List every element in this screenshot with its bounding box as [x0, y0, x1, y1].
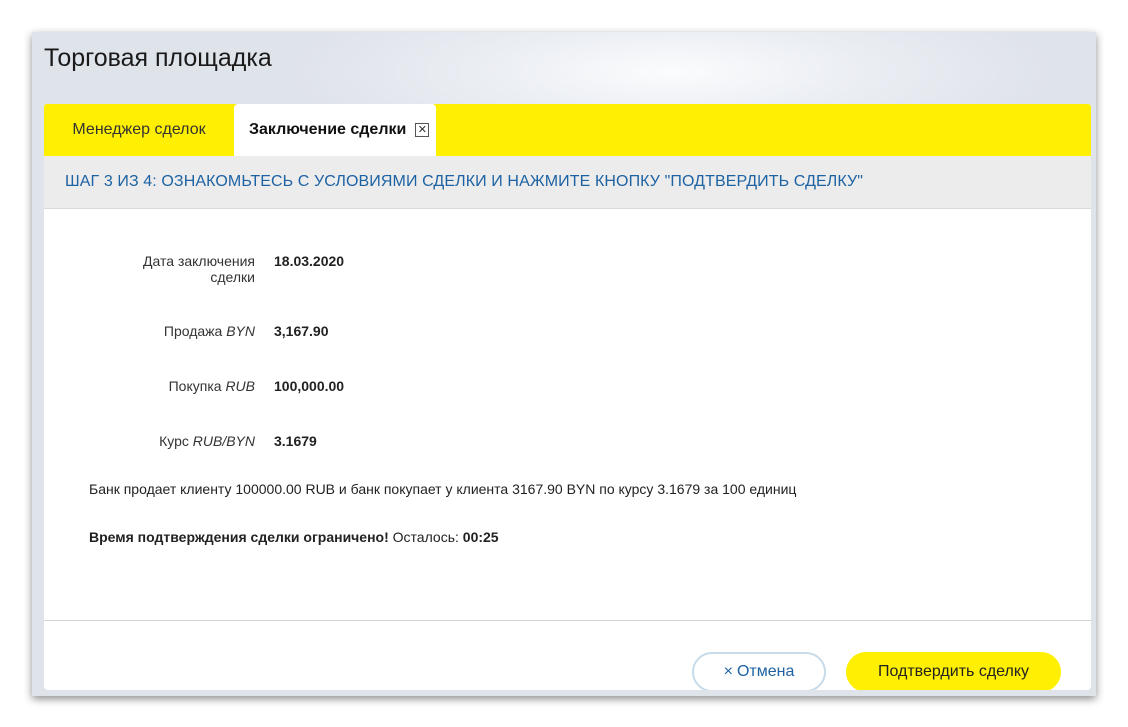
value-deal-date: 18.03.2020 [274, 253, 345, 269]
deal-panel: Менеджер сделок Заключение сделки ✕ ШАГ … [44, 104, 1091, 690]
value-rate: 3.1679 [274, 433, 317, 449]
cancel-button[interactable]: × Отмена [692, 652, 826, 690]
timer-notice: Время подтверждения сделки ограничено! О… [89, 529, 499, 545]
currency-code: BYN [226, 323, 255, 339]
close-icon: × [723, 663, 733, 680]
window-title: Торговая площадка [44, 44, 272, 72]
label-line: Дата заключения [143, 253, 255, 269]
label-text: Продажа [163, 323, 223, 339]
timer-remaining-label: Осталось: [392, 529, 459, 545]
tab-label: Заключение сделки [249, 121, 407, 138]
label-text: Курс [159, 433, 189, 449]
value-buy: 100,000.00 [274, 378, 345, 394]
label-deal-date: Дата заключения сделки [105, 253, 255, 285]
tab-deal-manager[interactable]: Менеджер сделок [44, 104, 234, 156]
deal-summary: Банк продает клиенту 100000.00 RUB и бан… [89, 481, 797, 497]
currency-code: RUB [225, 378, 255, 394]
confirm-label: Подтвердить сделку [877, 663, 1030, 680]
currency-pair: RUB/BYN [192, 433, 255, 449]
label-text: Покупка [168, 378, 222, 394]
confirm-deal-button[interactable]: Подтвердить сделку [846, 652, 1061, 690]
tab-label: Менеджер сделок [72, 121, 206, 138]
label-rate: Курс RUB/BYN [105, 433, 255, 449]
footer-divider [44, 620, 1091, 621]
tab-bar: Менеджер сделок Заключение сделки ✕ [44, 104, 1091, 156]
timer-remaining-value: 00:25 [462, 529, 499, 545]
close-box-icon[interactable]: ✕ [415, 123, 430, 137]
timer-warning: Время подтверждения сделки ограничено! [89, 529, 389, 545]
label-sell: Продажа BYN [105, 323, 255, 339]
label-buy: Покупка RUB [105, 378, 255, 394]
step-header: ШАГ 3 ИЗ 4: ОЗНАКОМЬТЕСЬ С УСЛОВИЯМИ СДЕ… [44, 156, 1091, 209]
step-title: ШАГ 3 ИЗ 4: ОЗНАКОМЬТЕСЬ С УСЛОВИЯМИ СДЕ… [65, 173, 864, 190]
value-sell: 3,167.90 [274, 323, 329, 339]
label-line: сделки [210, 269, 255, 285]
cancel-label: Отмена [736, 663, 795, 680]
tab-deal-conclusion[interactable]: Заключение сделки ✕ [234, 104, 436, 156]
trading-window: Торговая площадка Менеджер сделок Заключ… [32, 32, 1096, 696]
